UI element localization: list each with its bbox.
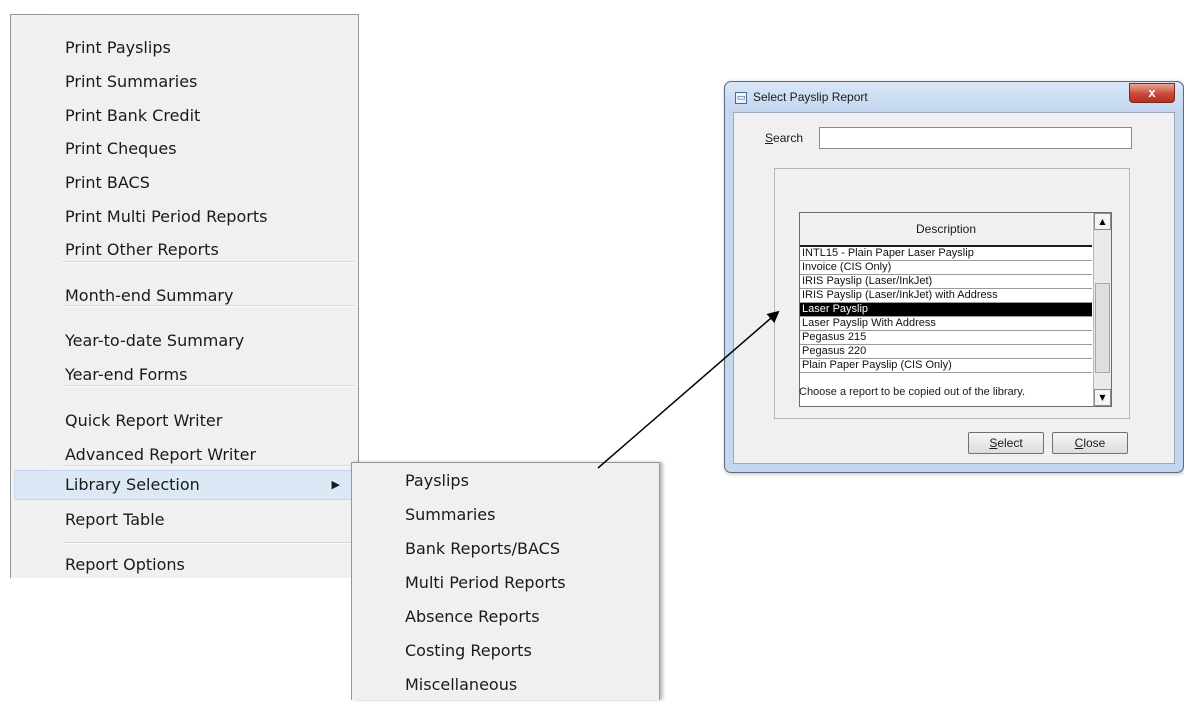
search-label-rest: earch — [773, 131, 804, 145]
menu-separator — [62, 261, 355, 263]
menu-separator — [62, 542, 355, 544]
scroll-down-icon[interactable]: ▼ — [1094, 389, 1111, 406]
menu-item-quick-report-writer[interactable]: Quick Report Writer — [14, 406, 355, 436]
hint-text: Choose a report to be copied out of the … — [799, 386, 1026, 398]
list-item[interactable]: Invoice (CIS Only) — [800, 261, 1092, 275]
menu-item-print-cheques[interactable]: Print Cheques — [14, 134, 355, 164]
list-item[interactable]: IRIS Payslip (Laser/InkJet) — [800, 275, 1092, 289]
list-item[interactable]: Pegasus 215 — [800, 331, 1092, 345]
description-column-header[interactable]: Description — [800, 213, 1092, 247]
menu-item-report-options[interactable]: Report Options — [14, 550, 355, 580]
window-icon[interactable]: ▭ — [735, 92, 747, 104]
dialog-client-area: Search Description INTL15 - Plain Paper … — [733, 112, 1175, 464]
dialog-titlebar[interactable]: ▭ Select Payslip Report x — [725, 82, 1183, 112]
scroll-thumb[interactable] — [1095, 283, 1110, 373]
scroll-up-icon[interactable]: ▲ — [1094, 213, 1111, 230]
close-label-rest: lose — [1083, 436, 1106, 450]
list-item[interactable]: INTL15 - Plain Paper Laser Payslip — [800, 247, 1092, 261]
menu-item-print-multi-period-reports[interactable]: Print Multi Period Reports — [14, 202, 355, 232]
submenu-item-miscellaneous[interactable]: Miscellaneous — [355, 668, 656, 702]
report-listbox[interactable]: Description INTL15 - Plain Paper Laser P… — [799, 212, 1112, 407]
select-payslip-report-dialog: ▭ Select Payslip Report x Search Descrip… — [724, 81, 1184, 473]
dialog-title: Select Payslip Report — [753, 90, 868, 104]
select-label-rest: elect — [997, 436, 1023, 450]
list-item[interactable]: Laser Payslip With Address — [800, 317, 1092, 331]
menu-separator — [62, 305, 355, 307]
submenu-item-multi-period-reports[interactable]: Multi Period Reports — [355, 566, 656, 600]
search-label-mnemonic: S — [765, 131, 774, 145]
reports-context-menu: Print Payslips Print Summaries Print Ban… — [10, 14, 359, 578]
search-label: Search — [765, 131, 803, 145]
search-input[interactable] — [819, 127, 1132, 149]
list-item[interactable]: Pegasus 220 — [800, 345, 1092, 359]
menu-item-print-bank-credit[interactable]: Print Bank Credit — [14, 101, 355, 131]
menu-item-library-selection-label: Library Selection — [65, 475, 200, 494]
menu-item-print-summaries[interactable]: Print Summaries — [14, 67, 355, 97]
list-item-selected[interactable]: Laser Payslip — [800, 303, 1092, 317]
menu-separator — [62, 465, 355, 467]
menu-item-library-selection[interactable]: Library Selection ▶ — [14, 470, 355, 500]
list-scrollbar[interactable]: ▲ ▼ — [1093, 213, 1111, 406]
submenu-item-summaries[interactable]: Summaries — [355, 498, 656, 532]
menu-item-year-to-date-summary[interactable]: Year-to-date Summary — [14, 326, 355, 356]
submenu-item-payslips[interactable]: Payslips — [355, 464, 656, 498]
select-button[interactable]: Select — [968, 432, 1044, 454]
menu-item-report-table[interactable]: Report Table — [14, 505, 355, 535]
close-button[interactable]: Close — [1052, 432, 1128, 454]
menu-separator — [62, 385, 355, 387]
list-item[interactable]: IRIS Payslip (Laser/InkJet) with Address — [800, 289, 1092, 303]
list-item[interactable]: Plain Paper Payslip (CIS Only) — [800, 359, 1092, 373]
submenu-arrow-icon: ▶ — [331, 478, 340, 491]
library-selection-submenu: Payslips Summaries Bank Reports/BACS Mul… — [351, 462, 660, 700]
submenu-item-bank-reports-bacs[interactable]: Bank Reports/BACS — [355, 532, 656, 566]
submenu-item-absence-reports[interactable]: Absence Reports — [355, 600, 656, 634]
close-window-button[interactable]: x — [1129, 83, 1175, 103]
menu-item-print-bacs[interactable]: Print BACS — [14, 168, 355, 198]
menu-item-print-payslips[interactable]: Print Payslips — [14, 33, 355, 63]
submenu-item-costing-reports[interactable]: Costing Reports — [355, 634, 656, 668]
